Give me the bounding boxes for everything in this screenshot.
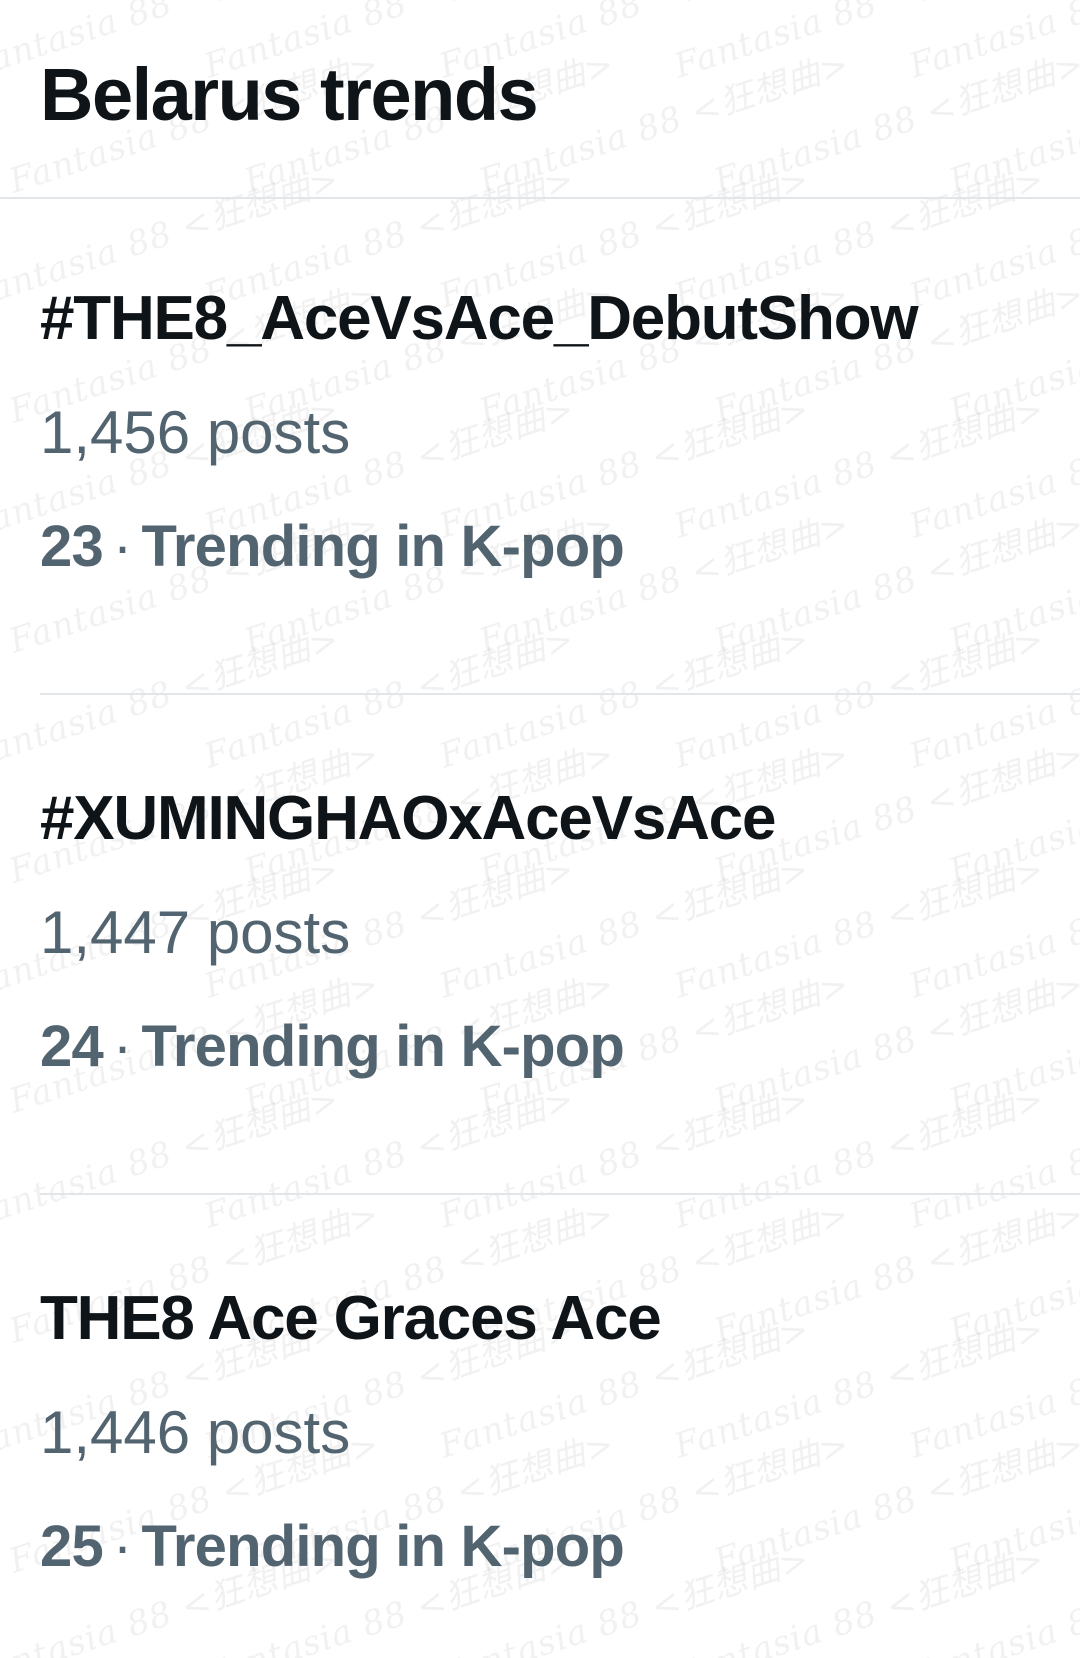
trend-separator: · — [112, 1514, 132, 1579]
trend-post-count: 1,456 posts — [40, 399, 351, 466]
trend-name: THE8 Ace Graces Ace — [40, 1284, 662, 1353]
trend-item[interactable]: #THE8_AceVsAce_DebutShow 1,456 posts 23 ·… — [40, 284, 1060, 615]
trend-meta: 24 · Trending in K-pop — [40, 1014, 625, 1079]
trends-page: Belarus trends #THE8_AceVsAce_DebutShow … — [0, 0, 1080, 1658]
trend-rank: 23 — [40, 514, 104, 579]
trend-divider — [40, 693, 1080, 695]
trend-context: Trending in K-pop — [141, 514, 624, 579]
trend-post-count: 1,447 posts — [40, 899, 351, 966]
trend-name: #THE8_AceVsAce_DebutShow — [40, 284, 919, 353]
trend-item[interactable]: THE8 Ace Graces Ace 1,446 posts 25 · Trend… — [40, 1284, 1060, 1615]
trend-name: #XUMINGHAOxAceVsAce — [40, 784, 776, 853]
trend-context: Trending in K-pop — [141, 1514, 624, 1579]
trends-header: Belarus trends — [40, 40, 539, 150]
trend-item[interactable]: #XUMINGHAOxAceVsAce 1,447 posts 24 · Trend… — [40, 784, 1060, 1115]
trend-separator: · — [112, 514, 132, 579]
page-title: Belarus trends — [40, 53, 539, 136]
trend-divider — [40, 1193, 1080, 1195]
trend-rank: 24 — [40, 1014, 104, 1079]
trend-post-count: 1,446 posts — [40, 1399, 351, 1466]
trend-rank: 25 — [40, 1514, 104, 1579]
trend-meta: 23 · Trending in K-pop — [40, 514, 625, 579]
trend-meta: 25 · Trending in K-pop — [40, 1514, 625, 1579]
trend-separator: · — [112, 1014, 132, 1079]
header-divider — [0, 197, 1080, 199]
trend-context: Trending in K-pop — [141, 1014, 624, 1079]
